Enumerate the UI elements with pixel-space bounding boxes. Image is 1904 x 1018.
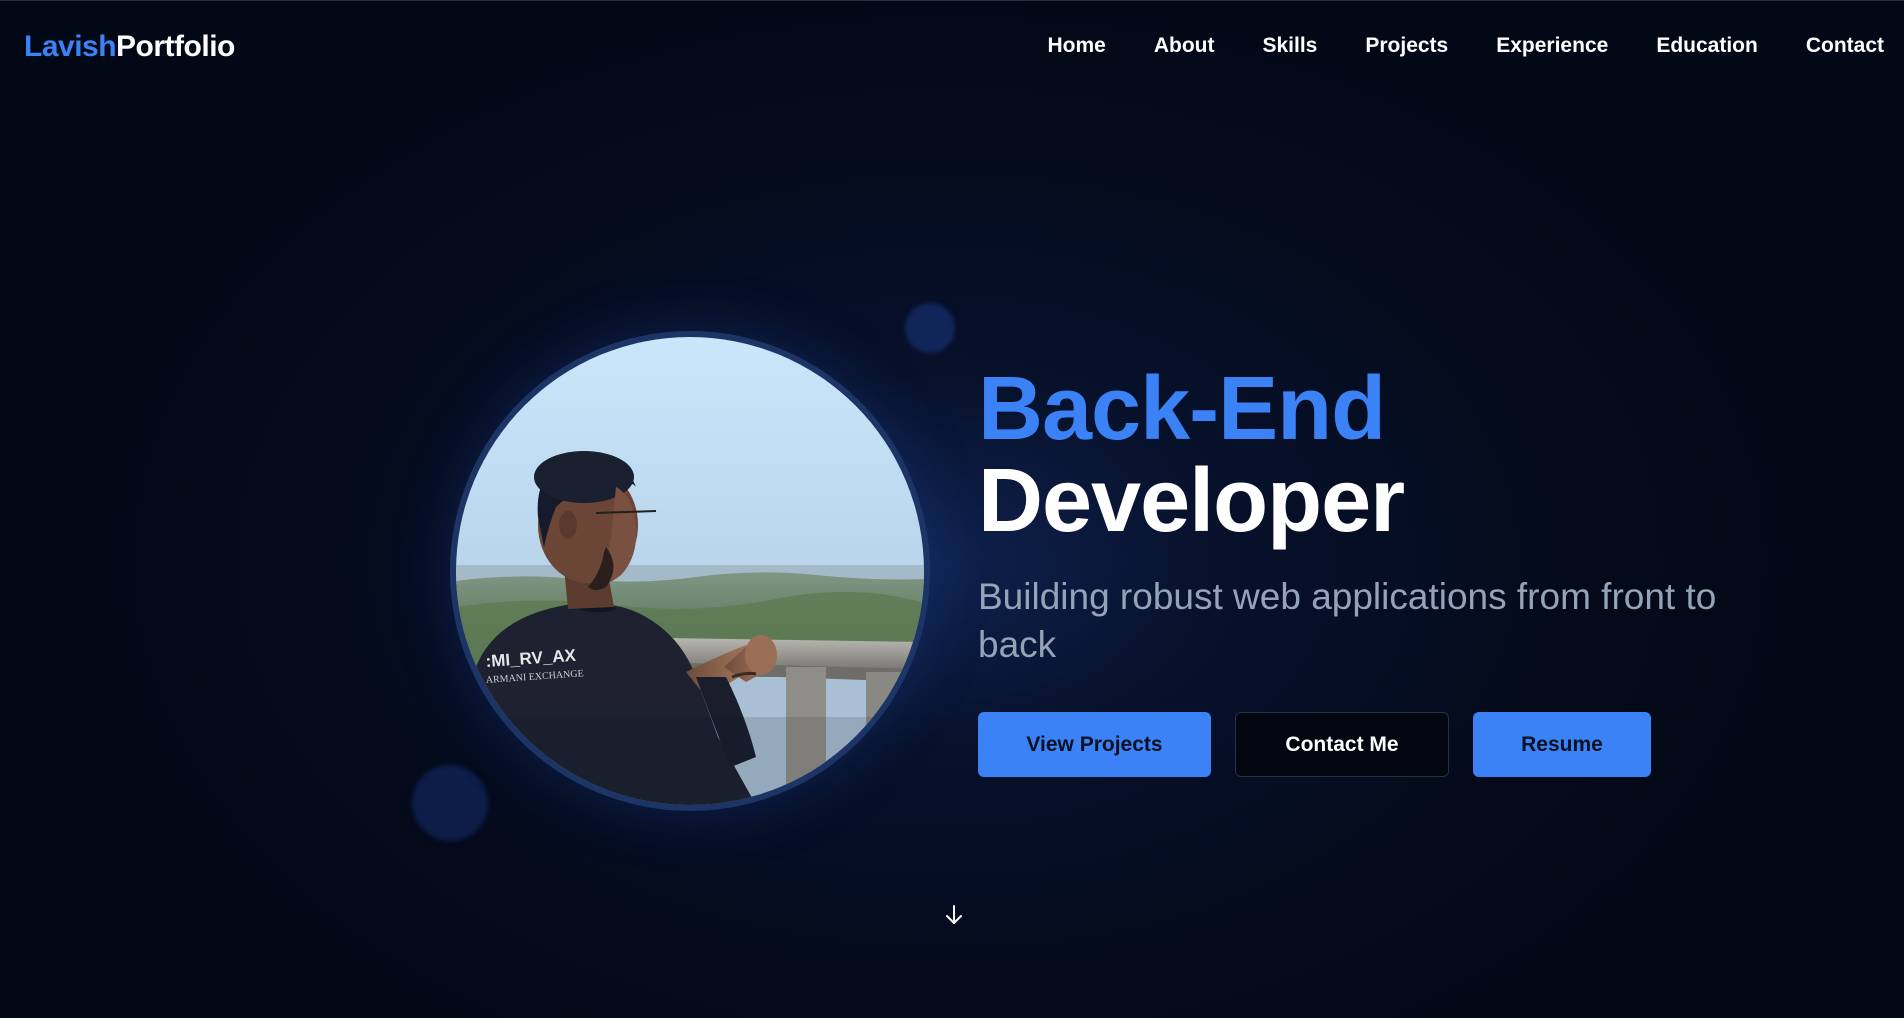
- nav-link-about[interactable]: About: [1154, 32, 1215, 60]
- logo-accent-text: Lavish: [24, 30, 117, 63]
- logo-rest-text: Portfolio: [116, 30, 235, 63]
- nav-link-contact[interactable]: Contact: [1806, 32, 1884, 60]
- nav-link-skills[interactable]: Skills: [1262, 32, 1317, 60]
- nav-link-home[interactable]: Home: [1047, 32, 1105, 60]
- hero-title-accent: Back-End: [978, 359, 1386, 459]
- decorative-orb: [412, 765, 488, 841]
- view-projects-button[interactable]: View Projects: [978, 712, 1211, 777]
- nav-menu: Home About Skills Projects Experience Ed…: [999, 32, 1884, 60]
- hero-actions: View Projects Contact Me Resume: [978, 712, 1651, 777]
- resume-button[interactable]: Resume: [1473, 712, 1651, 777]
- decorative-orb: [905, 303, 955, 353]
- site-logo[interactable]: LavishPortfolio: [24, 29, 235, 65]
- nav-link-projects[interactable]: Projects: [1365, 32, 1448, 60]
- hero-title-main: Developer: [978, 451, 1405, 551]
- profile-photo: :MI_RV_AX ARMANI EXCHANGE: [450, 331, 930, 811]
- contact-me-button[interactable]: Contact Me: [1235, 712, 1449, 777]
- nav-link-education[interactable]: Education: [1656, 32, 1758, 60]
- portfolio-page: LavishPortfolio Home About Skills Projec…: [0, 0, 1904, 1018]
- navbar: LavishPortfolio Home About Skills Projec…: [0, 1, 1904, 91]
- hero-section: Back-End Developer Building robust web a…: [978, 363, 1778, 669]
- profile-photo-illustration: :MI_RV_AX ARMANI EXCHANGE: [456, 337, 924, 805]
- arrow-down-icon[interactable]: [944, 903, 964, 927]
- hero-subtitle: Building robust web applications from fr…: [978, 576, 1717, 665]
- nav-link-experience[interactable]: Experience: [1496, 32, 1608, 60]
